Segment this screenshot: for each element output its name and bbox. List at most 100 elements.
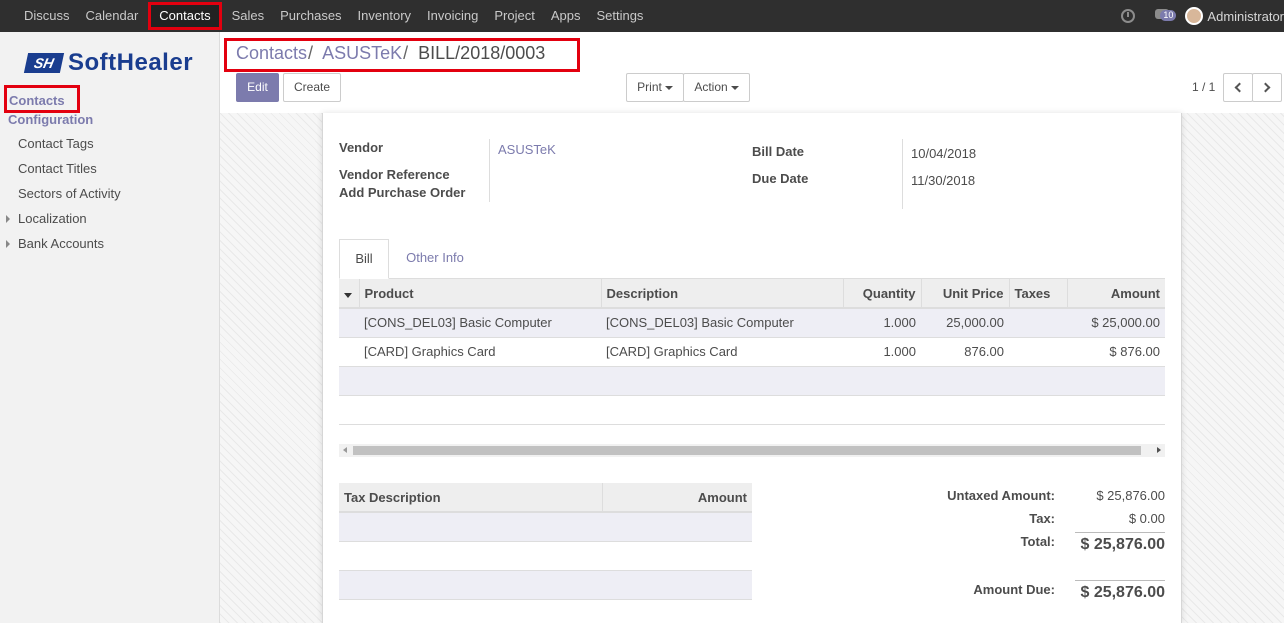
caret-down-icon [664, 85, 673, 90]
due-date-label: Due Date [752, 171, 809, 186]
tax-label: Tax: [1029, 511, 1055, 526]
menu-purchases[interactable]: Purchases [272, 0, 349, 32]
column-header-tax-amount[interactable]: Amount [602, 483, 752, 513]
amount-due-label: Amount Due: [973, 582, 1055, 597]
untaxed-amount-label: Untaxed Amount: [947, 488, 1055, 503]
invoice-lines-table: Product Description Quantity Unit Price … [339, 279, 1165, 425]
sidebar-item-contact-titles[interactable]: Contact Titles [18, 161, 97, 176]
column-header-quantity[interactable]: Quantity [843, 279, 922, 309]
menu-invoicing[interactable]: Invoicing [419, 0, 486, 32]
row-handle [339, 337, 359, 367]
empty-cell [339, 395, 1165, 425]
total-label: Total: [1020, 534, 1055, 549]
table-row-empty[interactable] [339, 512, 752, 542]
app-menu: Discuss Calendar Contacts Sales Purchase… [16, 0, 651, 32]
pager-previous-button[interactable] [1223, 73, 1253, 102]
empty-cell [339, 570, 752, 600]
action-dropdown[interactable]: Action [683, 73, 750, 102]
cell-amount: $ 25,000.00 [1067, 308, 1165, 338]
menu-apps[interactable]: Apps [543, 0, 589, 32]
table-row[interactable]: [CONS_DEL03] Basic Computer [CONS_DEL03]… [339, 308, 1165, 338]
tab-other-info[interactable]: Other Info [395, 239, 475, 279]
amount-due-value: $ 25,876.00 [1080, 584, 1165, 601]
company-logo[interactable]: SH SoftHealer [23, 49, 194, 76]
scroll-right-icon[interactable] [1157, 447, 1161, 453]
sidebar-item-sectors-of-activity[interactable]: Sectors of Activity [18, 186, 121, 201]
table-header-row: Product Description Quantity Unit Price … [339, 279, 1165, 309]
caret-right-icon [6, 215, 10, 223]
print-label: Print [637, 80, 662, 94]
empty-cell [339, 512, 752, 542]
menu-settings[interactable]: Settings [588, 0, 651, 32]
table-row-empty[interactable] [339, 366, 1165, 396]
activity-clock-icon[interactable] [1121, 9, 1136, 23]
cell-product: [CARD] Graphics Card [359, 337, 601, 367]
table-header-row: Tax Description Amount [339, 483, 752, 513]
print-dropdown[interactable]: Print [626, 73, 684, 102]
column-header-amount[interactable]: Amount [1067, 279, 1165, 309]
table-row-empty[interactable] [339, 541, 752, 571]
column-header-description[interactable]: Description [601, 279, 844, 309]
cell-product: [CONS_DEL03] Basic Computer [359, 308, 601, 338]
caret-down-icon [344, 292, 352, 298]
field-divider [489, 139, 490, 202]
cell-amount: $ 876.00 [1067, 337, 1165, 367]
user-menu[interactable]: Administrator [1207, 9, 1284, 24]
scroll-left-icon[interactable] [343, 447, 347, 453]
sidebar-item-localization[interactable]: Localization [18, 211, 87, 226]
vendor-link[interactable]: ASUSTeK [498, 142, 556, 157]
messaging-icon[interactable]: 10 [1155, 9, 1177, 23]
field-divider [902, 139, 903, 209]
cell-quantity: 1.000 [843, 308, 921, 338]
cell-description: [CONS_DEL03] Basic Computer [601, 308, 843, 338]
breadcrumb-vendor[interactable]: ASUSTeK [322, 43, 402, 63]
breadcrumb-contacts[interactable]: Contacts [236, 43, 307, 63]
menu-inventory[interactable]: Inventory [350, 0, 419, 32]
empty-cell [339, 366, 1165, 396]
bill-date-value: 10/04/2018 [911, 146, 977, 161]
cell-description: [CARD] Graphics Card [601, 337, 843, 367]
action-label: Action [694, 80, 728, 94]
sidebar-section-configuration[interactable]: Configuration [8, 112, 93, 127]
untaxed-amount-value: $ 25,876.00 [1096, 488, 1165, 503]
tab-bill[interactable]: Bill [339, 239, 389, 279]
caret-down-icon [730, 85, 739, 90]
create-button[interactable]: Create [283, 73, 341, 102]
table-row[interactable]: [CARD] Graphics Card [CARD] Graphics Car… [339, 337, 1165, 367]
tax-lines-table: Tax Description Amount [339, 483, 752, 600]
user-avatar[interactable] [1185, 7, 1204, 25]
menu-calendar[interactable]: Calendar [78, 0, 147, 32]
sidebar-item-bank-accounts[interactable]: Bank Accounts [18, 236, 104, 251]
breadcrumb: Contacts/ ASUSTeK/ BILL/2018/0003 [224, 38, 580, 72]
total-divider [1075, 532, 1165, 533]
sidebar-item-contacts[interactable]: Contacts [4, 85, 80, 113]
column-options[interactable] [339, 279, 360, 309]
due-date-value: 11/30/2018 [911, 173, 976, 188]
column-header-tax-description[interactable]: Tax Description [339, 483, 603, 513]
table-row-empty[interactable] [339, 395, 1165, 425]
menu-project[interactable]: Project [486, 0, 542, 32]
edit-button[interactable]: Edit [236, 73, 279, 102]
table-row-empty[interactable] [339, 570, 752, 600]
caret-right-icon [6, 240, 10, 248]
breadcrumb-separator: / [403, 43, 409, 63]
logo-text: SoftHealer [68, 49, 194, 76]
horizontal-scrollbar[interactable] [339, 444, 1165, 457]
column-header-product[interactable]: Product [359, 279, 602, 309]
menu-discuss[interactable]: Discuss [16, 0, 78, 32]
scrollbar-thumb[interactable] [353, 446, 1141, 455]
cell-quantity: 1.000 [843, 337, 921, 367]
cell-unit-price: 876.00 [921, 337, 1009, 367]
vendor-label: Vendor [339, 140, 384, 155]
menu-contacts[interactable]: Contacts [148, 2, 222, 30]
breadcrumb-current: BILL/2018/0003 [418, 43, 546, 63]
logo-mark: SH [23, 53, 65, 73]
column-header-unit-price[interactable]: Unit Price [921, 279, 1010, 309]
tax-value: $ 0.00 [1128, 511, 1165, 526]
pager-next-button[interactable] [1252, 73, 1282, 102]
pager-value[interactable]: 1 / 1 [1192, 80, 1215, 94]
column-header-taxes[interactable]: Taxes [1009, 279, 1068, 309]
menu-sales[interactable]: Sales [224, 0, 273, 32]
sidebar-item-contact-tags[interactable]: Contact Tags [18, 136, 94, 151]
cell-unit-price: 25,000.00 [921, 308, 1009, 338]
